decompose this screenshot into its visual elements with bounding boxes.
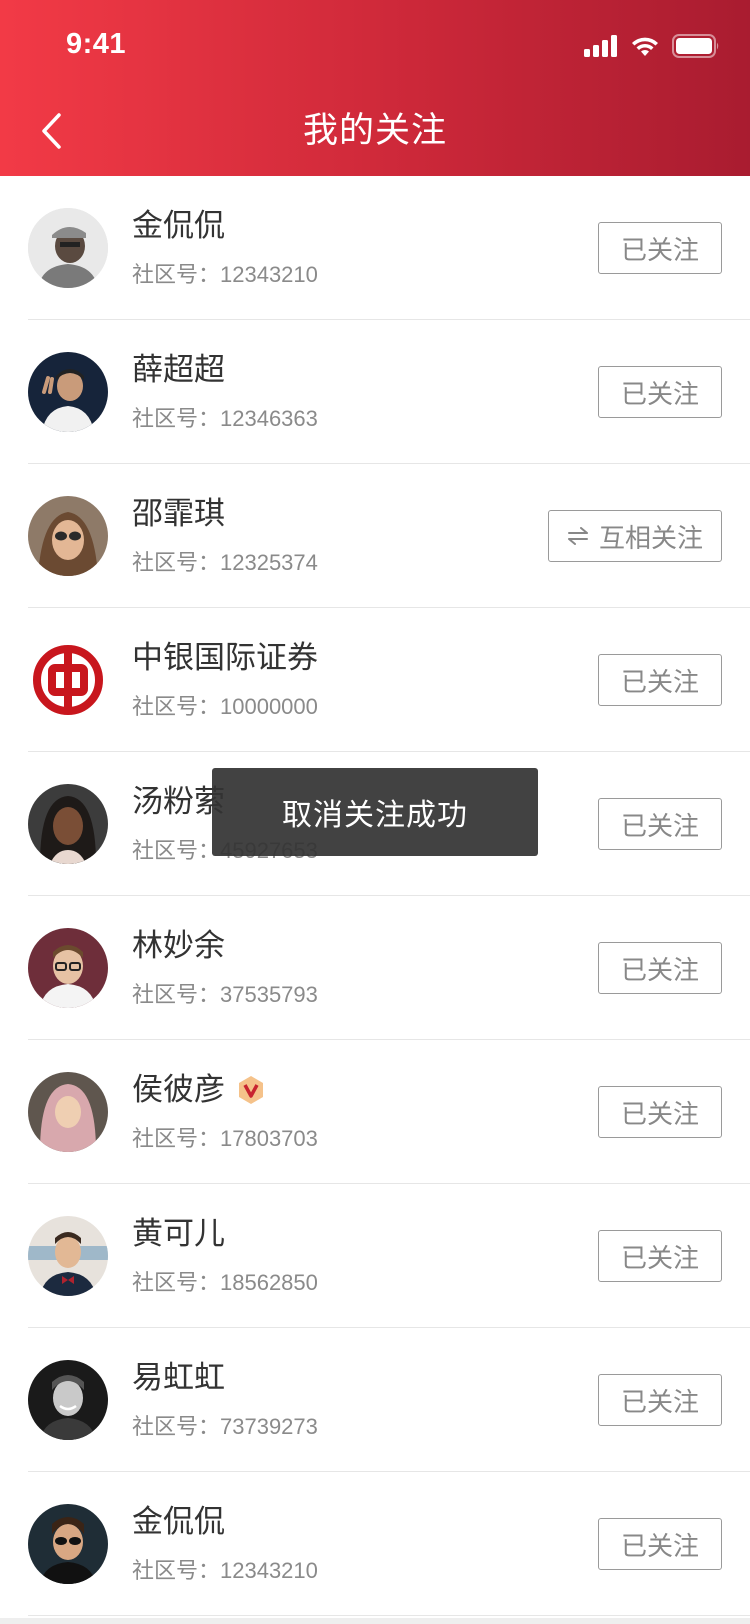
status-time: 9:41 [66,28,127,60]
wifi-icon [632,37,658,56]
list-item[interactable]: 金侃侃 社区号：12343210 已关注 [0,176,750,320]
bank-of-china-logo-icon [33,645,103,715]
followed-button[interactable]: 已关注 [598,654,722,706]
list-item[interactable]: 中银国际证券 社区号：10000000 已关注 [0,608,750,752]
community-id: 社区号：37535793 [132,982,318,1007]
followed-button[interactable]: 已关注 [598,222,722,274]
avatar[interactable] [28,1360,108,1440]
user-name: 侯彼彦 [132,1070,265,1110]
list-item[interactable]: 易虹虹 社区号：73739273 已关注 [0,1328,750,1472]
avatar-man-cap-icon [28,208,108,288]
avatar[interactable] [28,1072,108,1152]
avatar-man-sunglasses-icon [28,1504,108,1584]
user-name: 林妙余 [132,928,225,964]
list-item[interactable]: 侯彼彦 社区号：17803703 已关注 [0,1040,750,1184]
status-icons [584,34,720,58]
swap-arrows-icon [567,527,588,545]
toast-message: 取消关注成功 [212,768,538,856]
battery-icon [672,34,719,58]
community-id: 社区号：12343210 [132,262,318,287]
avatar[interactable] [28,640,108,720]
avatar-man-smile-icon [28,1360,108,1440]
avatar-woman-icon [28,784,108,864]
list-item[interactable]: 林妙余 社区号：37535793 已关注 [0,896,750,1040]
avatar[interactable] [28,928,108,1008]
user-name: 黄可儿 [132,1216,225,1252]
cellular-signal-icon [584,35,617,57]
followed-button[interactable]: 已关注 [598,942,722,994]
user-name: 金侃侃 [132,208,225,244]
followed-button[interactable]: 已关注 [598,1518,722,1570]
header: 9:41 我的关注 [0,0,750,176]
user-name: 金侃侃 [132,1504,225,1540]
user-name: 邵霏琪 [132,496,225,532]
vip-badge-icon [239,1076,263,1104]
screen: 9:41 我的关注 金侃侃 社区号：12343210 已关注 薛超超 社区号：1… [0,0,750,1624]
community-id: 社区号：17803703 [132,1126,318,1151]
community-id: 社区号：73739273 [132,1414,318,1439]
list-item[interactable]: 黄可儿 社区号：18562850 已关注 [0,1184,750,1328]
bottom-bar [0,1618,750,1624]
following-list: 金侃侃 社区号：12343210 已关注 薛超超 社区号：12346363 已关… [0,176,750,1616]
list-item[interactable]: 邵霏琪 社区号：12325374 互相关注 [0,464,750,608]
divider [28,1615,750,1616]
avatar-man-glasses-icon [28,928,108,1008]
community-id: 社区号：12346363 [132,406,318,431]
list-item[interactable]: 薛超超 社区号：12346363 已关注 [0,320,750,464]
community-id: 社区号：12343210 [132,1558,318,1583]
community-id: 社区号：10000000 [132,694,318,719]
mutual-follow-button[interactable]: 互相关注 [547,510,722,562]
avatar-woman-sunglasses-icon [28,496,108,576]
avatar-man-bowtie-icon [28,1216,108,1296]
followed-button[interactable]: 已关注 [598,798,722,850]
community-id: 社区号：12325374 [132,550,318,575]
community-id: 社区号：18562850 [132,1270,318,1295]
user-name: 易虹虹 [132,1360,225,1396]
avatar[interactable] [28,496,108,576]
followed-button[interactable]: 已关注 [598,366,722,418]
followed-button[interactable]: 已关注 [598,1086,722,1138]
user-name: 中银国际证券 [132,640,318,676]
followed-button[interactable]: 已关注 [598,1230,722,1282]
avatar-woman-hijab-icon [28,1072,108,1152]
avatar[interactable] [28,352,108,432]
user-name: 薛超超 [132,352,225,388]
avatar[interactable] [28,1216,108,1296]
list-item[interactable]: 金侃侃 社区号：12343210 已关注 [0,1472,750,1616]
avatar-man-peace-icon [28,352,108,432]
page-title: 我的关注 [302,111,447,151]
avatar[interactable] [28,208,108,288]
avatar[interactable] [28,784,108,864]
avatar[interactable] [28,1504,108,1584]
followed-button[interactable]: 已关注 [598,1374,722,1426]
